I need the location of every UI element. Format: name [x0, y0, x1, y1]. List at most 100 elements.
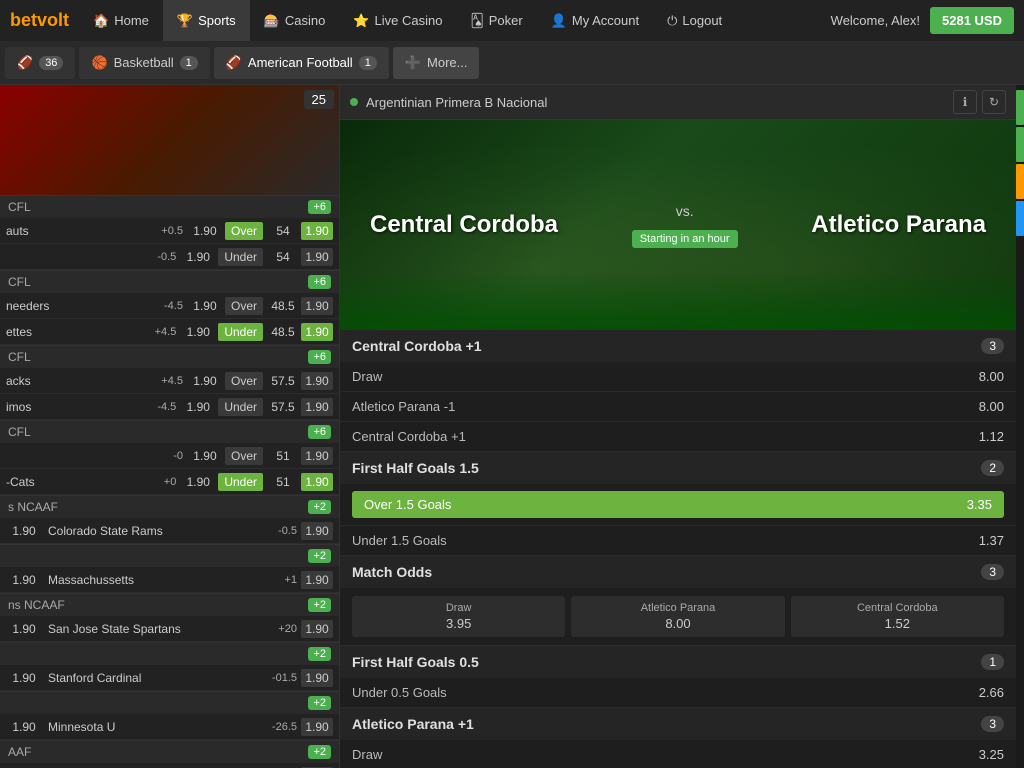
- tab-more[interactable]: ➕ More...: [393, 47, 480, 79]
- home-button[interactable]: Central Cordoba 1.52: [791, 596, 1004, 637]
- team-name: -Cats: [6, 475, 140, 489]
- under-button[interactable]: Under: [218, 398, 263, 416]
- table-row: auts +0.5 1.90 Over 54 1.90: [0, 218, 339, 244]
- section-title: First Half Goals 0.5: [352, 654, 479, 670]
- league-badge-ncaaf2[interactable]: +2: [308, 549, 331, 563]
- bet-option-row[interactable]: Over 1.5 Goals 3.35: [340, 484, 1016, 526]
- league-badge-cfl1[interactable]: +6: [308, 200, 331, 214]
- nav-home[interactable]: 🏠 Home: [79, 0, 163, 41]
- odds-button[interactable]: 1.90: [301, 222, 333, 240]
- tab-all[interactable]: 🏈 36: [5, 47, 75, 79]
- over-button[interactable]: Over: [225, 447, 263, 465]
- section-title: First Half Goals 1.5: [352, 460, 479, 476]
- nav-logout[interactable]: ⏻ Logout: [653, 0, 736, 41]
- odds-button[interactable]: 1.90: [301, 620, 333, 638]
- blue-indicator: [1016, 201, 1024, 236]
- table-row: 1.90 Stanford Cardinal -01.5 1.90: [0, 665, 339, 691]
- table-row: -0 1.90 Over 51 1.90: [0, 443, 339, 469]
- league-badge-cfl2[interactable]: +6: [308, 275, 331, 289]
- welcome-text: Welcome, Alex!: [831, 13, 920, 28]
- away-label: Atletico Parana: [641, 602, 716, 614]
- tab-more-label: More...: [427, 55, 467, 70]
- odds-button[interactable]: 1.90: [301, 571, 333, 589]
- odds-button[interactable]: 1.90: [301, 398, 333, 416]
- option-name: Central Cordoba +1: [352, 429, 954, 444]
- nav-casino[interactable]: 🎰 Casino: [250, 0, 340, 41]
- team-name: imos: [6, 400, 140, 414]
- over-button[interactable]: Over: [225, 222, 263, 240]
- tab-american-football[interactable]: 🏈 American Football 1: [214, 47, 389, 79]
- bet-section-first-half-goals: First Half Goals 1.5 2 Over 1.5 Goals 3.…: [340, 452, 1016, 556]
- team-name: Minnesota U: [48, 720, 261, 734]
- balance-button[interactable]: 5281 USD: [930, 7, 1014, 34]
- draw-odds: 3.95: [446, 616, 471, 631]
- basketball-icon: 🏀: [91, 55, 107, 71]
- bet-section-header: First Half Goals 0.5 1: [340, 646, 1016, 678]
- under-button[interactable]: Under: [218, 473, 263, 491]
- odds-button[interactable]: 1.90: [301, 447, 333, 465]
- table-row: -Cats +0 1.90 Under 51 1.90: [0, 469, 339, 495]
- over-button[interactable]: Over: [225, 372, 263, 390]
- league-name: Argentinian Primera B Nacional: [366, 95, 547, 110]
- league-header-minnesota: +2: [0, 691, 339, 714]
- section-title: Match Odds: [352, 564, 432, 580]
- tab-basketball-label: Basketball: [114, 55, 174, 70]
- team-name: Stanford Cardinal: [48, 671, 261, 685]
- league-badge-nsncaaf[interactable]: +2: [308, 598, 331, 612]
- under-button[interactable]: Under: [218, 323, 263, 341]
- bet-section-match-odds: Match Odds 3 Draw 3.95 Atletico Parana 8…: [340, 556, 1016, 646]
- league-header-cfl4: CFL +6: [0, 420, 339, 443]
- section-count: 3: [981, 716, 1004, 732]
- away-button[interactable]: Atletico Parana 8.00: [571, 596, 784, 637]
- odds-button[interactable]: 1.90: [301, 248, 333, 266]
- league-badge-stanford[interactable]: +2: [308, 647, 331, 661]
- over-button[interactable]: Over: [225, 297, 263, 315]
- table-row: -0.5 1.90 Under 54 1.90: [0, 244, 339, 270]
- starting-badge: Starting in an hour: [632, 230, 738, 248]
- league-badge-aaf[interactable]: +2: [308, 745, 331, 759]
- bet-option-row: Under 0.5 Goals 2.66: [340, 678, 1016, 707]
- odds-button[interactable]: 1.90: [301, 323, 333, 341]
- league-header-ncaaf2: +2: [0, 544, 339, 567]
- bet-section-header: Atletico Parana +1 3: [340, 708, 1016, 740]
- table-row: acks +4.5 1.90 Over 57.5 1.90: [0, 368, 339, 394]
- draw-button[interactable]: Draw 3.95: [352, 596, 565, 637]
- under-button[interactable]: Under: [218, 248, 263, 266]
- league-badge-minnesota[interactable]: +2: [308, 696, 331, 710]
- header: betvolt 🏠 Home 🏆 Sports 🎰 Casino ⭐ Live …: [0, 0, 1024, 41]
- option-name: Draw: [352, 747, 954, 762]
- table-row: 1.90 San Jose State Spartans +20 1.90: [0, 616, 339, 642]
- league-badge-cfl3[interactable]: +6: [308, 350, 331, 364]
- odds-button[interactable]: 1.90: [301, 297, 333, 315]
- odds-button[interactable]: 1.90: [301, 522, 333, 540]
- option-odds: 3.25: [954, 747, 1004, 762]
- left-panel: 25 CFL +6 auts +0.5 1.90 Over 54 1.90 -0…: [0, 85, 340, 768]
- refresh-button[interactable]: ↻: [982, 90, 1006, 114]
- odds-button[interactable]: 1.90: [301, 669, 333, 687]
- league-header-cfl3: CFL +6: [0, 345, 339, 368]
- tab-basketball[interactable]: 🏀 Basketball 1: [79, 47, 209, 79]
- odds-button[interactable]: 1.90: [301, 372, 333, 390]
- option-name: Under 0.5 Goals: [352, 685, 954, 700]
- info-button[interactable]: ℹ: [953, 90, 977, 114]
- home-odds: 1.52: [885, 616, 910, 631]
- league-badge-ncaaf1[interactable]: +2: [308, 500, 331, 514]
- league-badge-cfl4[interactable]: +6: [308, 425, 331, 439]
- odds-button[interactable]: 1.90: [301, 473, 333, 491]
- draw-label: Draw: [446, 602, 472, 614]
- nav-poker[interactable]: 🂡 Poker: [456, 0, 536, 41]
- nav-sports[interactable]: 🏆 Sports: [163, 0, 250, 41]
- tab-football-count: 1: [359, 56, 377, 70]
- match-controls: ℹ ↻: [953, 90, 1006, 114]
- nav-live-casino[interactable]: ⭐ Live Casino: [339, 0, 456, 41]
- more-icon: ➕: [405, 55, 421, 71]
- nav-my-account[interactable]: 👤 My Account: [537, 0, 653, 41]
- over-goals-button[interactable]: Over 1.5 Goals 3.35: [352, 491, 1004, 518]
- league-header-stanford: +2: [0, 642, 339, 665]
- table-row: imos -4.5 1.90 Under 57.5 1.90: [0, 394, 339, 420]
- bet-section-header: Match Odds 3: [340, 556, 1016, 588]
- team-name: Massachussetts: [48, 573, 261, 587]
- bet-option-row: Central Cordoba +1 1.12: [340, 422, 1016, 451]
- table-row: 1.90 Colorado State Rams -0.5 1.90: [0, 518, 339, 544]
- odds-button[interactable]: 1.90: [301, 718, 333, 736]
